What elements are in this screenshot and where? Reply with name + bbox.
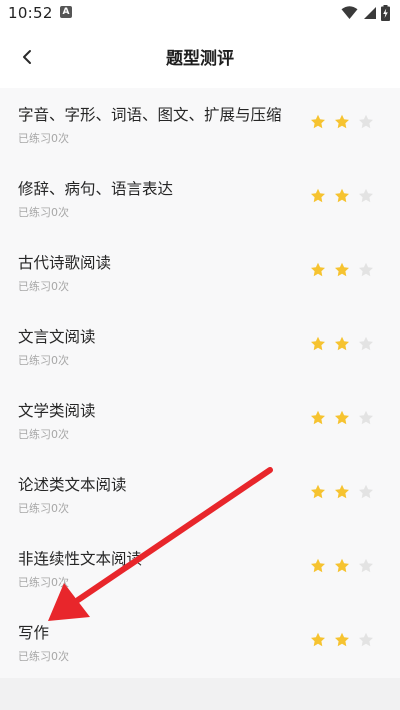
list-item[interactable]: 文学类阅读 已练习0次 <box>0 384 400 458</box>
star-empty-icon <box>359 262 373 277</box>
item-title: 非连续性文本阅读 <box>18 550 143 568</box>
star-rating <box>310 632 374 648</box>
star-filled-icon <box>335 484 349 499</box>
wifi-icon <box>341 6 358 19</box>
star-filled-icon <box>335 262 349 277</box>
item-title: 文学类阅读 <box>18 402 96 420</box>
star-filled-icon <box>335 114 349 129</box>
item-practice-count: 已练习0次 <box>18 502 69 515</box>
star-filled-icon <box>311 484 325 499</box>
star-empty-icon <box>359 188 373 203</box>
nav-bar: 题型测评 <box>0 26 400 88</box>
list-item[interactable]: 古代诗歌阅读 已练习0次 <box>0 236 400 310</box>
status-time: 10:52 <box>8 4 53 22</box>
star-rating <box>310 336 374 352</box>
status-bar: 10:52 A <box>0 0 400 26</box>
item-practice-count: 已练习0次 <box>18 576 69 589</box>
star-filled-icon <box>335 188 349 203</box>
item-practice-count: 已练习0次 <box>18 206 69 219</box>
item-practice-count: 已练习0次 <box>18 280 69 293</box>
star-empty-icon <box>359 632 373 647</box>
star-rating <box>310 484 374 500</box>
page-title: 题型测评 <box>166 49 234 69</box>
list-item[interactable]: 修辞、病句、语言表达 已练习0次 <box>0 162 400 236</box>
star-rating <box>310 558 374 574</box>
star-filled-icon <box>311 188 325 203</box>
star-empty-icon <box>359 114 373 129</box>
bottom-area <box>0 678 400 710</box>
star-empty-icon <box>359 410 373 425</box>
star-filled-icon <box>311 262 325 277</box>
list-item[interactable]: 论述类文本阅读 已练习0次 <box>0 458 400 532</box>
question-type-list: 字音、字形、词语、图文、扩展与压缩 已练习0次 修辞、病句、语言表达 已练习0次… <box>0 88 400 678</box>
star-filled-icon <box>335 558 349 573</box>
star-filled-icon <box>311 336 325 351</box>
star-empty-icon <box>359 558 373 573</box>
item-practice-count: 已练习0次 <box>18 650 69 663</box>
list-item[interactable]: 非连续性文本阅读 已练习0次 <box>0 532 400 606</box>
star-empty-icon <box>359 484 373 499</box>
star-rating <box>310 188 374 204</box>
list-item[interactable]: 写作 已练习0次 <box>0 606 400 680</box>
star-filled-icon <box>335 336 349 351</box>
item-practice-count: 已练习0次 <box>18 428 69 441</box>
item-practice-count: 已练习0次 <box>18 354 69 367</box>
list-item[interactable]: 字音、字形、词语、图文、扩展与压缩 已练习0次 <box>0 88 400 162</box>
item-title: 论述类文本阅读 <box>18 476 127 494</box>
star-filled-icon <box>311 410 325 425</box>
notification-a-icon: A <box>60 6 72 18</box>
star-filled-icon <box>311 558 325 573</box>
star-empty-icon <box>359 336 373 351</box>
list-item[interactable]: 文言文阅读 已练习0次 <box>0 310 400 384</box>
item-title: 古代诗歌阅读 <box>18 254 112 272</box>
item-practice-count: 已练习0次 <box>18 132 69 145</box>
signal-icon <box>364 7 376 19</box>
star-rating <box>310 410 374 426</box>
item-title: 修辞、病句、语言表达 <box>18 180 174 198</box>
star-filled-icon <box>311 632 325 647</box>
star-rating <box>310 262 374 278</box>
star-filled-icon <box>335 632 349 647</box>
star-filled-icon <box>311 114 325 129</box>
item-title: 文言文阅读 <box>18 328 96 346</box>
star-rating <box>310 114 374 130</box>
status-icons <box>341 5 390 21</box>
star-filled-icon <box>335 410 349 425</box>
battery-charging-icon <box>381 5 390 21</box>
item-title: 字音、字形、词语、图文、扩展与压缩 <box>18 106 282 124</box>
item-title: 写作 <box>18 624 50 642</box>
